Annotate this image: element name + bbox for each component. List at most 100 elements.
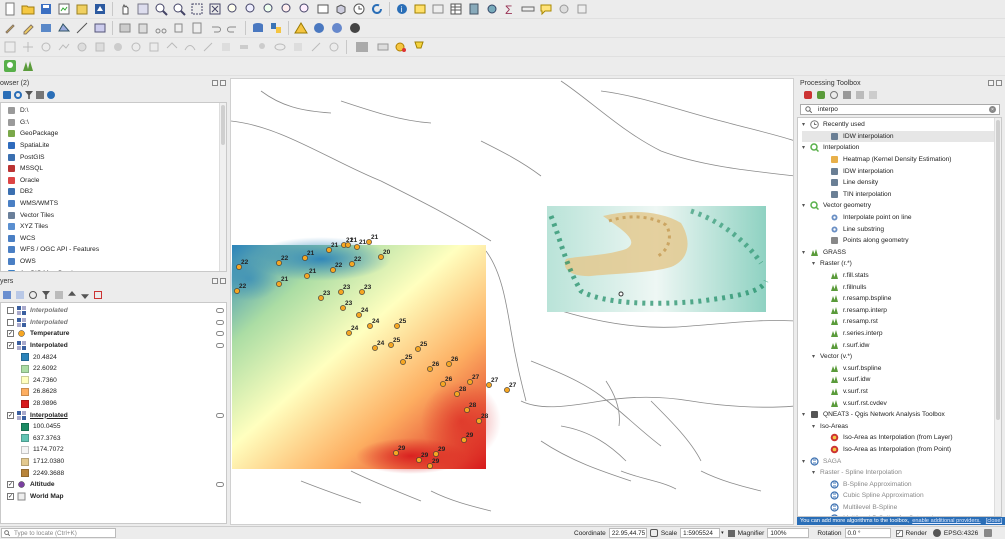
new-3d-map-view-icon[interactable]	[333, 1, 349, 17]
current-edits-icon[interactable]	[2, 20, 18, 36]
rotation-field[interactable]: 0.0 °	[844, 528, 891, 538]
browser-item[interactable]: WFS / OGC API - Features	[7, 244, 226, 256]
zoom-selection-icon[interactable]	[225, 1, 241, 17]
adv-add-ring-icon[interactable]	[74, 39, 90, 55]
adv-change-label-icon[interactable]	[308, 39, 324, 55]
expand-arrow-icon[interactable]: ▾	[812, 423, 819, 430]
undo-icon[interactable]	[207, 20, 223, 36]
browser-item[interactable]: OWS	[7, 256, 226, 268]
label-toolbar-icon[interactable]	[375, 39, 391, 55]
layer-indicator-icon[interactable]	[216, 412, 224, 418]
statistics-icon[interactable]: Σ	[502, 1, 518, 17]
adv-split-icon[interactable]	[200, 39, 216, 55]
remove-layer-icon[interactable]	[94, 291, 102, 299]
toolbox-search-input[interactable]: interpo	[818, 106, 838, 113]
toolbox-item[interactable]: r.series.interp	[802, 328, 1001, 340]
locator-plugin-icon[interactable]	[2, 58, 18, 74]
browser-item[interactable]: DB2	[7, 186, 226, 198]
layer-indicator-icon[interactable]	[216, 319, 224, 325]
info-icon[interactable]	[47, 91, 55, 99]
locator-search-field[interactable]: Type to locate (Ctrl+K)	[1, 528, 116, 538]
vertex-tool-icon[interactable]	[74, 20, 90, 36]
layer-row[interactable]: ✓ Interpolated	[7, 340, 226, 352]
toolbox-item[interactable]: ▾ QNEAT3 - Qgis Network Analysis Toolbox	[802, 409, 1001, 421]
attribute-table-icon[interactable]	[448, 1, 464, 17]
toolbox-item[interactable]: Interpolate point on line	[802, 212, 1001, 224]
toolbox-search-box[interactable]: interpo ×	[800, 104, 1000, 115]
toolbox-scrollbar[interactable]	[994, 118, 1001, 516]
toolbox-item[interactable]: Heatmap (Kernel Density Estimation)	[802, 154, 1001, 166]
toolbox-item[interactable]: r.resamp.bspline	[802, 293, 1001, 305]
layer-row[interactable]: Interpolated	[7, 317, 226, 329]
layout-manager-icon[interactable]	[74, 1, 90, 17]
expand-arrow-icon[interactable]: ▾	[802, 458, 809, 465]
digitize-shape-icon[interactable]	[56, 20, 72, 36]
grass-plugin-icon[interactable]	[20, 58, 36, 74]
options-icon[interactable]	[869, 91, 877, 99]
collapse-all-icon[interactable]	[36, 91, 44, 99]
expand-arrow-icon[interactable]: ▾	[802, 249, 809, 256]
processing-toolbox-icon[interactable]	[484, 1, 500, 17]
toggle-extents-icon[interactable]	[649, 529, 658, 537]
zoom-next-icon[interactable]	[297, 1, 313, 17]
adv-preview-icon[interactable]	[290, 39, 306, 55]
adv-move-icon[interactable]	[20, 39, 36, 55]
adv-offset-curve-icon[interactable]	[182, 39, 198, 55]
toolbox-item[interactable]: ▾ SAGA	[802, 455, 1001, 467]
layer-visibility-checkbox[interactable]: ✓	[7, 492, 14, 500]
toolbox-item[interactable]: Points along geometry	[802, 235, 1001, 247]
layer-row[interactable]: ✓ Altitude	[7, 479, 226, 491]
copy-icon[interactable]	[171, 20, 187, 36]
delete-selected-icon[interactable]	[135, 20, 151, 36]
browser-item[interactable]: SpatiaLite	[7, 140, 226, 152]
browser-float-button[interactable]	[212, 80, 218, 86]
add-layer-icon[interactable]	[3, 91, 11, 99]
enable-providers-link[interactable]: enable additional providers.	[912, 518, 980, 524]
browser-item[interactable]: ArcGIS Map Service	[7, 267, 226, 271]
cut-icon[interactable]	[153, 20, 169, 36]
toolbox-item[interactable]: Cubic Spline Approximation	[802, 490, 1001, 502]
adv-delete-part-icon[interactable]	[146, 39, 162, 55]
filter-expression-icon[interactable]	[55, 291, 63, 299]
adv-merge-icon[interactable]	[218, 39, 234, 55]
browser-item[interactable]: D:\	[7, 105, 226, 117]
toolbox-item[interactable]: B-Spline Approximation	[802, 478, 1001, 490]
refresh-icon[interactable]	[369, 1, 385, 17]
crs-label[interactable]: EPSG:4326	[944, 530, 978, 537]
adv-rotate-icon[interactable]	[38, 39, 54, 55]
models-icon[interactable]	[804, 91, 812, 99]
notice-close-link[interactable]: [close]	[986, 518, 1002, 524]
deselect-icon[interactable]	[430, 1, 446, 17]
new-project-icon[interactable]	[2, 1, 18, 17]
new-print-layout-icon[interactable]	[56, 1, 72, 17]
browser-item[interactable]: WCS	[7, 233, 226, 245]
coordinate-field[interactable]: 22.95,44.75	[608, 528, 647, 538]
expand-arrow-icon[interactable]: ▾	[812, 260, 819, 267]
select-features-icon[interactable]	[412, 1, 428, 17]
expand-arrow-icon[interactable]: ▾	[812, 353, 819, 360]
toolbox-item[interactable]: r.surf.idw	[802, 339, 1001, 351]
layer-row[interactable]: ✓ World Map	[7, 491, 226, 503]
layer-indicator-icon[interactable]	[216, 482, 224, 488]
browser-item[interactable]: Oracle	[7, 175, 226, 187]
layer-visibility-checkbox[interactable]	[7, 318, 14, 326]
expand-arrow-icon[interactable]: ▾	[802, 202, 809, 209]
identify-features-icon[interactable]: i	[394, 1, 410, 17]
warning-icon[interactable]	[293, 20, 309, 36]
zoom-rubberband-icon[interactable]	[189, 1, 205, 17]
temporal-controller-icon[interactable]	[351, 1, 367, 17]
layer-indicator-icon[interactable]	[216, 331, 224, 337]
new-layer-icon[interactable]	[117, 20, 133, 36]
zoom-out-icon[interactable]	[171, 1, 187, 17]
zoom-native-icon[interactable]	[261, 1, 277, 17]
adv-pin-icon[interactable]	[254, 39, 270, 55]
browser-item[interactable]: WMS/WMTS	[7, 198, 226, 210]
edit-features-in-place-icon[interactable]	[856, 91, 864, 99]
paste-icon[interactable]	[189, 20, 205, 36]
open-project-icon[interactable]	[20, 1, 36, 17]
toolbox-item[interactable]: r.fill.stats	[802, 270, 1001, 282]
zoom-layer-icon[interactable]	[243, 1, 259, 17]
expand-arrow-icon[interactable]: ▾	[802, 144, 809, 151]
add-group-icon[interactable]	[16, 291, 24, 299]
adv-show-hide-icon[interactable]	[272, 39, 288, 55]
